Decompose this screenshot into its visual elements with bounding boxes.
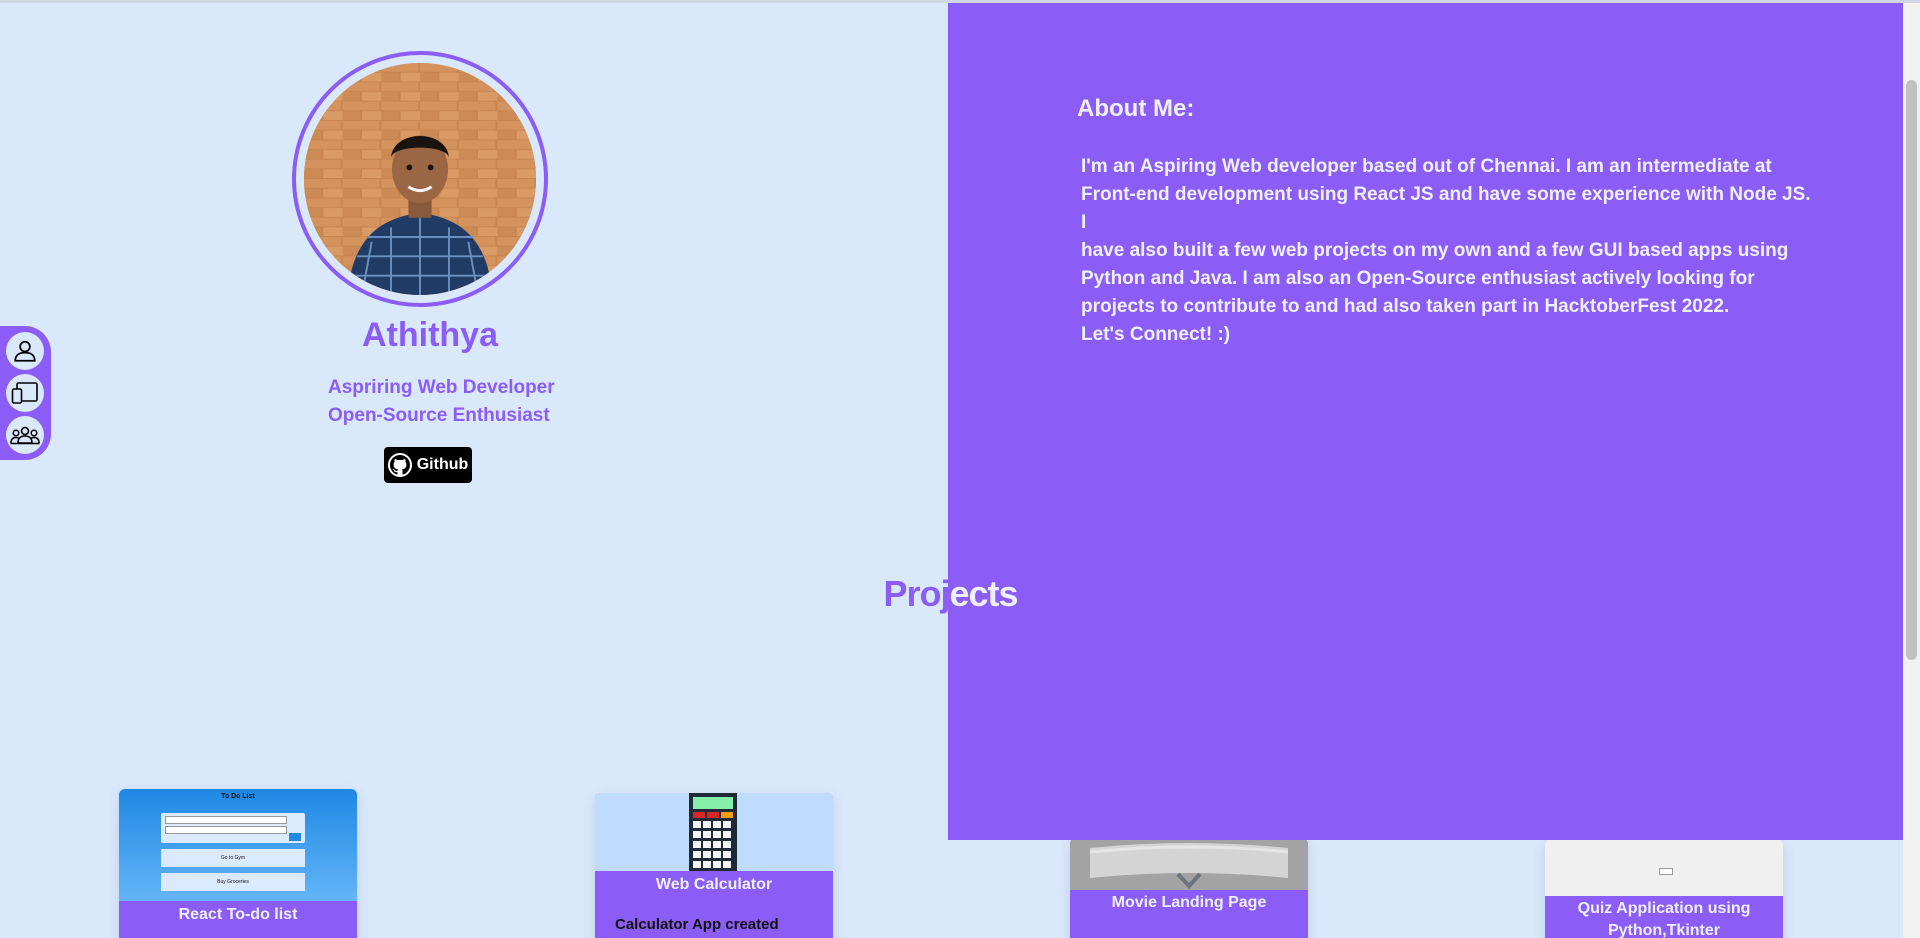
tagline-interest: Open-Source Enthusiast — [328, 405, 550, 426]
group-icon — [10, 426, 40, 445]
side-nav — [0, 326, 51, 460]
about-line: I'm an Aspiring Web developer based out … — [1081, 156, 1772, 177]
profile-portrait-image — [304, 63, 536, 295]
portfolio-page: Athithya Aspriring Web Developer Open-So… — [0, 0, 1920, 938]
todo-thumb-item: Buy Groceries — [161, 873, 305, 891]
quiz-app-screenshot — [1545, 838, 1783, 896]
github-icon — [387, 453, 412, 477]
project-title: Quiz Application using — [1577, 900, 1751, 917]
project-card-movie[interactable]: Movie Landing Page — [1070, 838, 1308, 938]
project-title: Web Calculator — [655, 876, 773, 893]
about-text: I'm an Aspiring Web developer based out … — [1081, 153, 1811, 349]
todo-thumb-title: To Do List — [221, 793, 255, 800]
project-title: React To-do list — [178, 906, 298, 923]
devices-icon — [11, 382, 38, 404]
todo-thumb-item: Go to Gym — [161, 849, 305, 867]
projects-heading: Projects — [858, 573, 1043, 615]
tagline-role: Aspriring Web Developer — [328, 377, 555, 398]
about-line: Let's Connect! :) — [1081, 324, 1231, 345]
project-title: Movie Landing Page — [1111, 894, 1267, 911]
movie-thumb-illustration — [1070, 838, 1308, 890]
github-button[interactable]: Github — [384, 447, 472, 483]
project-title-line2: Python,Tkinter — [1607, 922, 1720, 938]
contact-nav-button[interactable] — [6, 416, 44, 454]
calculator-image — [595, 793, 833, 871]
profile-photo — [292, 51, 548, 307]
project-card-todo[interactable]: To Do List Go to Gym Buy Groceries React… — [119, 789, 357, 938]
about-line: projects to contribute to and had also t… — [1081, 296, 1730, 317]
project-card-calculator[interactable]: Web Calculator Calculator App created — [595, 793, 833, 938]
scrollbar-thumb[interactable] — [1906, 80, 1917, 660]
about-line: Python and Java. I am also an Open-Sourc… — [1081, 268, 1755, 289]
about-panel: About Me: I'm an Aspiring Web developer … — [948, 3, 1903, 840]
todo-app-screenshot: To Do List Go to Gym Buy Groceries — [119, 789, 357, 901]
todo-thumb-form — [161, 813, 305, 843]
about-line: have also built a few web projects on my… — [1081, 240, 1789, 261]
movie-page-screenshot — [1070, 838, 1308, 890]
profile-name: Athithya — [362, 316, 498, 354]
about-line: Front-end development using React JS and… — [1081, 184, 1811, 233]
about-nav-button[interactable] — [6, 332, 44, 370]
github-button-label: Github — [416, 456, 469, 473]
about-title: About Me: — [1077, 95, 1195, 122]
calculator-illustration — [689, 793, 737, 871]
person-icon — [14, 340, 36, 362]
projects-nav-button[interactable] — [6, 374, 44, 412]
project-card-quiz[interactable]: Quiz Application using Python,Tkinter — [1545, 838, 1783, 938]
project-description: Calculator App created — [615, 916, 779, 933]
